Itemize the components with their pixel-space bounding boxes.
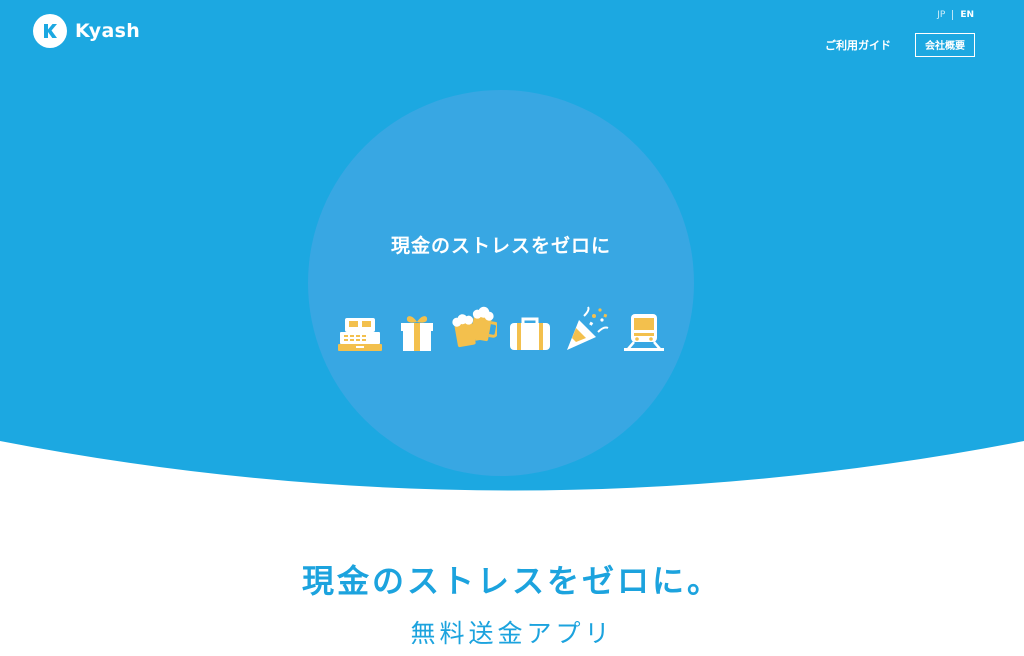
logo-text: Kyash: [75, 20, 141, 42]
hero-icon-row: [336, 302, 668, 352]
lang-divider: [952, 10, 954, 20]
train-icon: [620, 302, 668, 352]
kyash-logo[interactable]: Kyash: [33, 13, 140, 49]
header-nav: ご利用ガイド 会社概要: [825, 33, 975, 57]
hero-circle-title: 現金のストレスをゼロに: [390, 235, 611, 257]
kyash-k-logo-icon: [33, 14, 67, 48]
main-subtitle: 無料送金アプリ: [410, 619, 614, 648]
lang-en-link[interactable]: EN: [960, 10, 974, 20]
main-tagline: 現金のストレスをゼロに。: [301, 562, 722, 600]
hero-circle: [308, 90, 694, 476]
nav-company-button[interactable]: 会社概要: [915, 33, 975, 57]
language-switcher: JP EN: [937, 10, 974, 20]
gift-box-icon: [393, 302, 441, 352]
hero-section: Kyash JP EN ご利用ガイド 会社概要 現金のストレスをゼロに: [0, 0, 1024, 520]
suitcase-icon: [506, 302, 554, 352]
nav-guide-link[interactable]: ご利用ガイド: [825, 37, 891, 53]
beer-mugs-icon: [450, 302, 498, 352]
lang-jp-link[interactable]: JP: [937, 10, 945, 20]
cash-register-icon: [336, 302, 384, 352]
party-popper-icon: [563, 302, 611, 352]
